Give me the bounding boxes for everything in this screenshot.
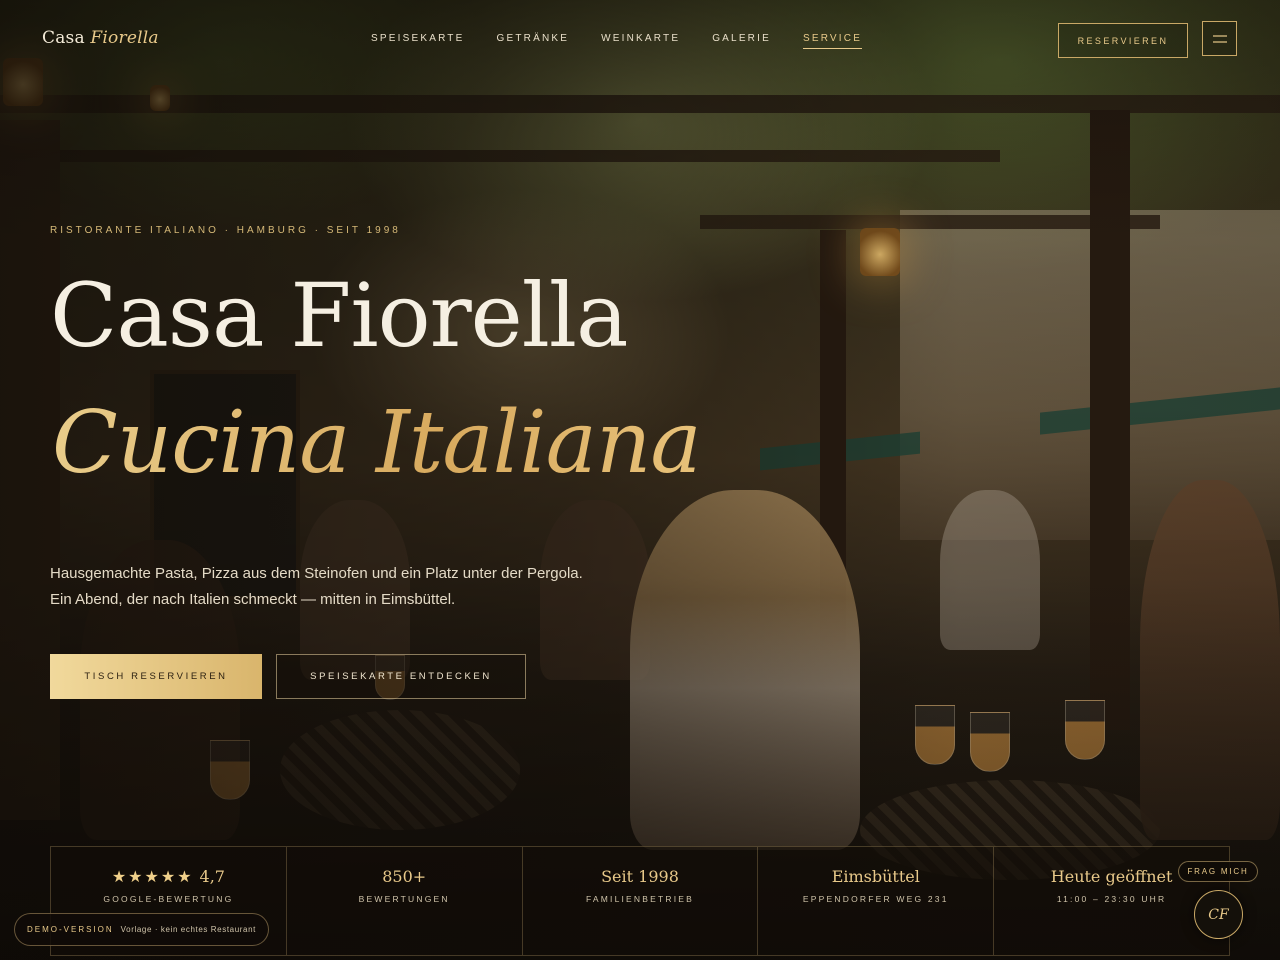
stat-location: Eimsbüttel EPPENDORFER WEG 231	[758, 847, 995, 955]
stat-label: FAMILIENBETRIEB	[585, 894, 695, 904]
chat-assistant-button[interactable]: CF	[1194, 890, 1243, 939]
stat-label: BEWERTUNGEN	[358, 894, 450, 904]
reserve-button[interactable]: RESERVIEREN	[1058, 23, 1188, 58]
demo-badge-title: DEMO-VERSION	[27, 925, 114, 934]
main-nav: SPEISEKARTE GETRÄNKE WEINKARTE GALERIE S…	[371, 33, 894, 49]
demo-badge: DEMO-VERSION Vorlage · kein echtes Resta…	[14, 913, 269, 946]
brand-logo[interactable]: Casa Fiorella	[42, 28, 159, 48]
brand-name-plain: Casa	[42, 28, 85, 48]
nav-item-galerie[interactable]: GALERIE	[712, 33, 771, 49]
hero-eyebrow: RISTORANTE ITALIANO · HAMBURG · SEIT 199…	[50, 225, 401, 236]
nav-item-weinkarte[interactable]: WEINKARTE	[601, 33, 680, 49]
stat-label: GOOGLE-BEWERTUNG	[103, 894, 234, 904]
stat-label: EPPENDORFER WEG 231	[802, 894, 949, 904]
nav-item-getraenke[interactable]: GETRÄNKE	[497, 33, 570, 49]
nav-item-service[interactable]: SERVICE	[802, 33, 863, 49]
ask-me-pill[interactable]: FRAG MICH	[1178, 861, 1258, 882]
stat-since: Seit 1998 FAMILIENBETRIEB	[523, 847, 759, 955]
menu-button[interactable]	[1202, 21, 1237, 56]
stat-value: Heute geöffnet	[1050, 867, 1173, 886]
star-rating-icon: ★★★★★	[111, 867, 194, 886]
stat-label: 11:00 – 23:30 UHR	[1056, 894, 1167, 904]
hamburger-icon	[1212, 34, 1227, 43]
reserve-table-button[interactable]: TISCH RESERVIEREN	[50, 654, 262, 699]
rating-value: 4,7	[199, 867, 225, 886]
explore-menu-button[interactable]: SPEISEKARTE ENTDECKEN	[276, 654, 526, 699]
stat-value: Seit 1998	[601, 867, 679, 886]
nav-item-speisekarte[interactable]: SPEISEKARTE	[371, 33, 465, 49]
stat-value: Eimsbüttel	[831, 867, 920, 886]
hero-title: Casa Fiorella	[50, 264, 628, 367]
brand-name-italic: Fiorella	[90, 28, 159, 48]
stat-value: ★★★★★ 4,7	[112, 866, 225, 888]
hero-description: Hausgemachte Pasta, Pizza aus dem Steino…	[50, 565, 583, 608]
demo-badge-text: Vorlage · kein echtes Restaurant	[120, 925, 256, 934]
hero-subtitle: Cucina Italiana	[52, 393, 702, 493]
stat-value: 850+	[382, 867, 427, 886]
stat-reviews: 850+ BEWERTUNGEN	[287, 847, 523, 955]
